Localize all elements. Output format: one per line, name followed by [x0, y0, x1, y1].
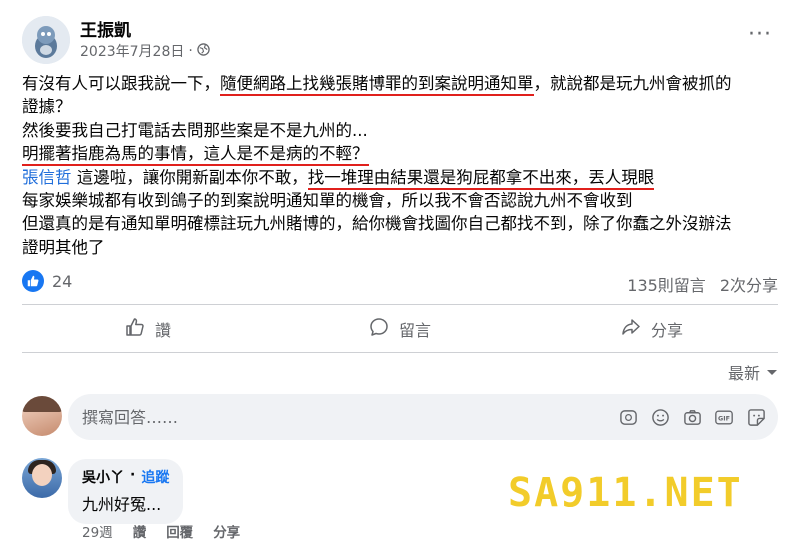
gif-icon[interactable]: GIF — [714, 407, 734, 427]
composer-tools: GIF — [618, 407, 766, 427]
comment-like-button[interactable]: 讚 — [133, 521, 147, 541]
divider — [22, 352, 778, 353]
comment-icon — [369, 317, 389, 341]
caret-down-icon — [766, 363, 778, 382]
post-line: 然後要我自己打電話去問那些案是不是九州的... — [22, 120, 368, 140]
comment-actions: 29週 讚 回覆 分享 — [82, 521, 240, 541]
highlighted-text: 找一堆理由結果還是狗屁都拿不出來，丟人現眼 — [307, 167, 655, 190]
globe-icon[interactable] — [197, 42, 210, 60]
comment-header: 吳小丫 · 追蹤 — [82, 467, 169, 487]
sticker-icon[interactable] — [746, 407, 766, 427]
highlighted-text: 隨便網路上找幾張賭博罪的到案說明通知單 — [220, 74, 534, 96]
comment-input[interactable] — [82, 407, 582, 427]
post-line: 證據？ — [22, 97, 72, 117]
post-line: 明擺著指鹿為馬的事情，這人是不是病的不輕？ — [22, 142, 782, 167]
comment-bubble: 吳小丫 · 追蹤 九州好冤... — [68, 459, 184, 524]
follow-link[interactable]: 追蹤 — [141, 467, 169, 487]
emoji-icon[interactable] — [650, 407, 670, 427]
comment-count[interactable]: 135則留言 — [627, 272, 706, 296]
avatar-sticker-icon[interactable] — [618, 407, 638, 427]
sort-label: 最新 — [727, 364, 760, 383]
user-mention[interactable]: 張信哲 — [22, 168, 72, 187]
share-button[interactable]: 分享 — [526, 306, 778, 352]
watermark: SA911.NET — [508, 470, 743, 516]
commenter-name[interactable]: 吳小丫 — [82, 467, 124, 487]
share-label: 分享 — [650, 321, 683, 340]
post-actions: 讚 留言 分享 — [22, 306, 778, 352]
camera-icon[interactable] — [682, 407, 702, 427]
comment-label: 留言 — [398, 321, 431, 340]
post-line: 每家娛樂城都有收到鴿子的到案說明通知單的機會，所以我不會否認說九州不會收到 — [22, 191, 633, 211]
thumbs-up-icon — [125, 317, 145, 341]
highlighted-text: 明擺著指鹿為馬的事情，這人是不是病的不輕？ — [22, 144, 369, 167]
svg-text:GIF: GIF — [718, 415, 730, 422]
more-dots-icon[interactable]: ··· — [748, 22, 772, 47]
comment-text: 九州好冤... — [82, 495, 162, 514]
comment-separator: · — [130, 467, 136, 483]
post-line: 張信哲 這邊啦，讓你開新副本你不敢，找一堆理由結果還是狗屁都拿不出來，丟人現眼 — [22, 166, 782, 190]
share-icon — [621, 317, 641, 341]
reaction-count: 24 — [52, 271, 73, 291]
meta-separator: · — [188, 43, 193, 59]
post-date[interactable]: 2023年7月28日 — [80, 41, 184, 61]
post-body: 有沒有人可以跟我說一下，隨便網路上找幾張賭博罪的到案說明通知單，就說都是玩九州會… — [22, 72, 782, 259]
facebook-post: 王振凱 2023年7月28日 · ··· 有沒有人可以跟我說一下，隨便網路上找幾… — [0, 0, 800, 542]
comment-share-button[interactable]: 分享 — [213, 521, 240, 541]
comment-sort[interactable]: 最新 — [728, 360, 778, 384]
comment-button[interactable]: 留言 — [274, 306, 526, 352]
post-line: 有沒有人可以跟我說一下，隨便網路上找幾張賭博罪的到案說明通知單，就說都是玩九州會… — [22, 72, 782, 96]
current-user-avatar[interactable] — [22, 396, 62, 436]
post-line: 但還真的是有通知單明確標註玩九州賭博的，給你機會找圖你自己都找不到，除了你蠢之外… — [22, 214, 732, 234]
author-avatar[interactable] — [22, 16, 70, 64]
commenter-avatar[interactable] — [22, 458, 62, 498]
share-count[interactable]: 2次分享 — [720, 272, 778, 296]
post-meta: 2023年7月28日 · — [80, 41, 210, 61]
reactions-summary[interactable]: 24 — [22, 270, 72, 292]
post-line: 證明其他了 — [22, 237, 105, 257]
comment-time[interactable]: 29週 — [82, 521, 113, 541]
like-label: 讚 — [154, 321, 171, 340]
author-name[interactable]: 王振凱 — [80, 16, 131, 41]
post-stats: 135則留言 2次分享 — [627, 272, 778, 296]
like-icon — [22, 270, 44, 292]
like-button[interactable]: 讚 — [22, 306, 274, 352]
comment-composer[interactable]: GIF — [68, 394, 778, 440]
comment-reply-button[interactable]: 回覆 — [166, 521, 193, 541]
divider — [22, 304, 778, 305]
